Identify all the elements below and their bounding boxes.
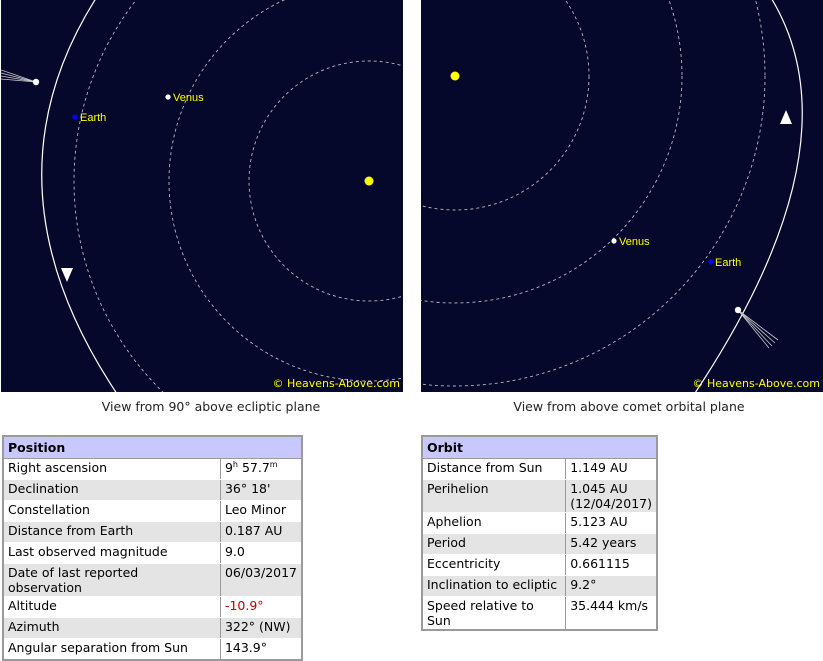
comet-marker — [734, 306, 742, 314]
earth-marker — [72, 114, 78, 120]
venus-marker — [611, 238, 617, 244]
distance-from-earth-value: 0.187 AU — [220, 521, 302, 543]
azimuth-label: Azimuth — [3, 617, 221, 639]
comet-marker — [32, 78, 40, 86]
right-ascension-label: Right ascension — [3, 458, 221, 480]
orbit-table: Orbit Distance from Sun 1.149 AU Perihel… — [421, 435, 658, 631]
distance-from-sun-value: 1.149 AU — [565, 458, 657, 480]
table-row: Altitude -10.9° — [3, 596, 302, 618]
earth-orbit — [421, 0, 766, 387]
period-label: Period — [422, 533, 567, 555]
venus-label: Venus — [173, 92, 204, 104]
declination-value: 36° 18' — [220, 479, 302, 501]
table-row: Constellation Leo Minor — [3, 500, 302, 522]
inner-orbit — [421, 0, 590, 211]
table-row: Aphelion 5.123 AU — [422, 512, 657, 534]
constellation-value: Leo Minor — [220, 500, 302, 522]
earth-marker — [708, 259, 714, 265]
ecliptic-view-panel: Venus Earth © Heavens-Above.com — [1, 0, 403, 392]
comet-orbit — [41, 0, 117, 392]
table-row: Declination 36° 18' — [3, 479, 302, 501]
magnitude-value: 9.0 — [220, 542, 302, 564]
table-row: Date of last reported observation 06/03/… — [3, 563, 302, 597]
copyright-credit[interactable]: © Heavens-Above.com — [693, 377, 821, 390]
copyright-credit[interactable]: © Heavens-Above.com — [273, 377, 401, 390]
table-row: Last observed magnitude 9.0 — [3, 542, 302, 564]
table-row: Distance from Sun 1.149 AU — [422, 458, 657, 480]
comet-orbital-plane-view-panel: Venus Earth © Heavens-Above.com — [421, 0, 823, 392]
altitude-label: Altitude — [3, 596, 221, 618]
eccentricity-value: 0.661115 — [565, 554, 657, 576]
speed-value: 35.444 km/s — [565, 596, 657, 631]
azimuth-value: 322° (NW) — [220, 617, 302, 639]
inclination-label: Inclination to ecliptic — [422, 575, 567, 597]
angular-separation-value: 143.9° — [220, 638, 302, 661]
angular-separation-label: Angular separation from Sun — [3, 638, 221, 661]
position-table: Position Right ascension 9h 57.7m Declin… — [2, 435, 303, 661]
aphelion-value: 5.123 AU — [565, 512, 657, 534]
table-row: Inclination to ecliptic 9.2° — [422, 575, 657, 597]
earth-label: Earth — [715, 257, 741, 269]
aphelion-label: Aphelion — [422, 512, 567, 534]
right-ascension-value: 9h 57.7m — [220, 458, 302, 480]
table-row: Azimuth 322° (NW) — [3, 617, 302, 639]
declination-label: Declination — [3, 479, 221, 501]
inclination-value: 9.2° — [565, 575, 657, 597]
table-row: Angular separation from Sun 143.9° — [3, 638, 302, 661]
comet-orbital-plane-caption: View from above comet orbital plane — [513, 399, 745, 414]
last-observation-label: Date of last reported observation — [3, 563, 221, 597]
comet-direction-arrow — [780, 110, 792, 124]
last-observation-value: 06/03/2017 — [220, 563, 302, 597]
ecliptic-view-caption: View from 90° above ecliptic plane — [101, 399, 321, 414]
venus-orbit — [421, 0, 683, 304]
position-table-title: Position — [3, 436, 302, 459]
earth-label: Earth — [80, 112, 106, 124]
magnitude-label: Last observed magnitude — [3, 542, 221, 564]
eccentricity-label: Eccentricity — [422, 554, 567, 576]
ecliptic-view-map: Venus Earth — [1, 0, 403, 392]
comet-direction-arrow — [61, 268, 73, 282]
table-row: Period 5.42 years — [422, 533, 657, 555]
comet-tail — [737, 309, 779, 349]
table-row: Right ascension 9h 57.7m — [3, 458, 302, 480]
perihelion-label: Perihelion — [422, 479, 567, 513]
period-value: 5.42 years — [565, 533, 657, 555]
earth-orbit — [73, 0, 164, 392]
comet-orbit — [694, 0, 803, 392]
table-row: Speed relative to Sun 35.444 km/s — [422, 596, 657, 631]
altitude-value: -10.9° — [220, 596, 302, 618]
perihelion-value: 1.045 AU (12/04/2017) — [565, 479, 657, 513]
table-row: Eccentricity 0.661115 — [422, 554, 657, 576]
constellation-label: Constellation — [3, 500, 221, 522]
distance-from-earth-label: Distance from Earth — [3, 521, 221, 543]
sun-marker — [364, 176, 374, 186]
mars-orbit — [248, 60, 403, 302]
venus-label: Venus — [619, 236, 650, 248]
distance-from-sun-label: Distance from Sun — [422, 458, 567, 480]
venus-marker — [165, 94, 171, 100]
sun-marker — [450, 71, 460, 81]
table-row: Perihelion 1.045 AU (12/04/2017) — [422, 479, 657, 513]
table-row: Distance from Earth 0.187 AU — [3, 521, 302, 543]
comet-tail — [1, 69, 37, 83]
comet-orbital-plane-map: Venus Earth — [421, 0, 803, 392]
speed-label: Speed relative to Sun — [422, 596, 567, 631]
venus-orbit — [168, 0, 403, 382]
orbit-table-title: Orbit — [422, 436, 657, 459]
